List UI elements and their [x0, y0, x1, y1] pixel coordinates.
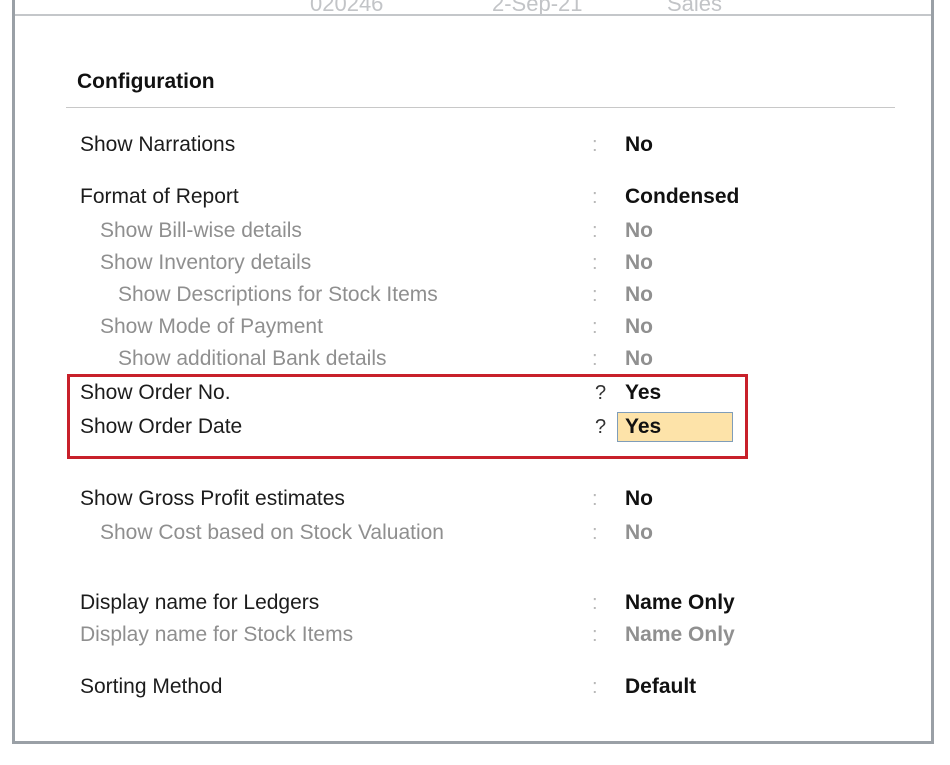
- option-value: No: [625, 347, 653, 370]
- option-label: Show Inventory details: [100, 251, 312, 274]
- option-row-show-inventory-details: Show Inventory details : No: [0, 248, 950, 278]
- option-value: No: [625, 219, 653, 242]
- option-row-format-of-report[interactable]: Format of Report : Condensed: [0, 182, 950, 212]
- option-value: No: [625, 521, 653, 544]
- option-label: Show Bill-wise details: [100, 219, 302, 242]
- option-row-display-name-for-stock-items: Display name for Stock Items : Name Only: [0, 620, 950, 650]
- option-separator: :: [592, 348, 598, 370]
- option-label: Show Mode of Payment: [100, 315, 323, 338]
- configuration-window: 020246 2-Sep-21 Sales Configuration Show…: [0, 0, 950, 765]
- option-label: Display name for Stock Items: [80, 623, 354, 646]
- option-separator: :: [592, 186, 598, 208]
- background-date: 2-Sep-21: [492, 0, 583, 16]
- panel-title: Configuration: [77, 70, 215, 93]
- option-row-sorting-method[interactable]: Sorting Method : Default: [0, 672, 950, 702]
- option-separator: :: [592, 624, 598, 646]
- option-row-display-name-for-ledgers[interactable]: Display name for Ledgers : Name Only: [0, 588, 950, 618]
- option-row-show-additional-bank-details: Show additional Bank details : No: [0, 344, 950, 374]
- option-value: No: [625, 251, 653, 274]
- option-row-show-mode-of-payment: Show Mode of Payment : No: [0, 312, 950, 342]
- option-separator: :: [592, 592, 598, 614]
- option-label: Show Gross Profit estimates: [80, 487, 345, 510]
- option-separator: :: [592, 488, 598, 510]
- option-label: Format of Report: [80, 185, 239, 208]
- option-separator: :: [592, 220, 598, 242]
- option-label: Show additional Bank details: [118, 347, 387, 370]
- option-label: Display name for Ledgers: [80, 591, 320, 614]
- option-value: No: [625, 315, 653, 338]
- option-separator: :: [592, 134, 598, 156]
- option-label: Show Descriptions for Stock Items: [118, 283, 438, 306]
- option-value[interactable]: No: [625, 130, 653, 160]
- option-separator: :: [592, 252, 598, 274]
- highlight-annotation-box: [67, 374, 748, 459]
- option-row-show-bill-wise-details: Show Bill-wise details : No: [0, 216, 950, 246]
- option-value[interactable]: Condensed: [625, 182, 739, 212]
- option-row-show-narrations[interactable]: Show Narrations : No: [0, 130, 950, 160]
- option-row-show-cost-based-on-stock-valuation: Show Cost based on Stock Valuation : No: [0, 518, 950, 548]
- background-report-strip: 020246 2-Sep-21 Sales: [12, 0, 934, 16]
- option-value[interactable]: No: [625, 484, 653, 514]
- option-label: Sorting Method: [80, 675, 223, 698]
- title-divider: [66, 107, 895, 108]
- option-row-show-gross-profit-estimates[interactable]: Show Gross Profit estimates : No: [0, 484, 950, 514]
- option-row-show-descriptions-for-stock-items: Show Descriptions for Stock Items : No: [0, 280, 950, 310]
- option-label: Show Cost based on Stock Valuation: [100, 521, 444, 544]
- option-separator: :: [592, 316, 598, 338]
- background-voucher-type: Sales: [667, 0, 723, 16]
- option-value[interactable]: Name Only: [625, 588, 735, 618]
- option-value: No: [625, 283, 653, 306]
- option-separator: :: [592, 522, 598, 544]
- option-separator: :: [592, 676, 598, 698]
- background-voucher-number: 020246: [310, 0, 384, 16]
- window-border-bottom: [12, 741, 934, 744]
- option-value[interactable]: Default: [625, 672, 696, 702]
- option-label: Show Narrations: [80, 133, 236, 156]
- option-value: Name Only: [625, 623, 735, 646]
- option-separator: :: [592, 284, 598, 306]
